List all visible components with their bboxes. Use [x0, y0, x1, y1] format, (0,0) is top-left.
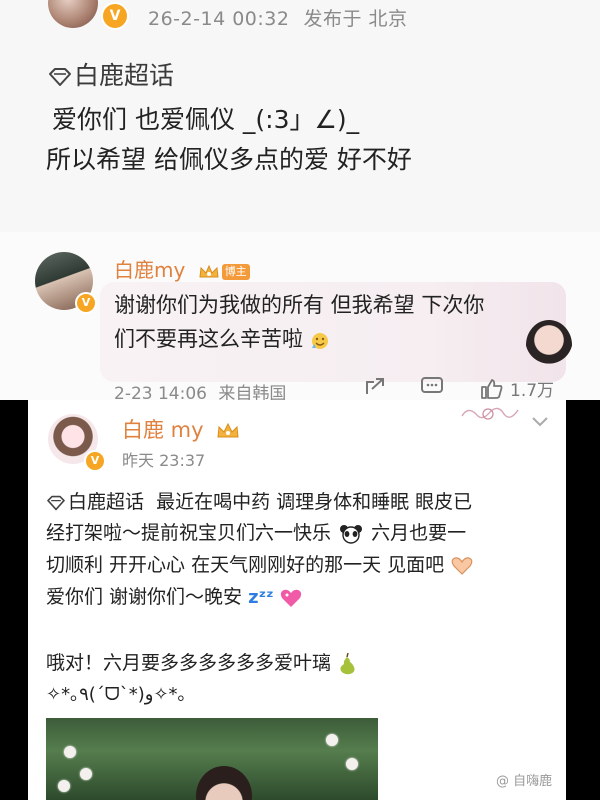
post-text: 经打架啦～提前祝宝贝们六一快乐 — [46, 522, 332, 544]
like-count: 1.7万 — [510, 381, 555, 401]
post-location: 发布于 北京 — [303, 8, 408, 30]
person-figure — [196, 766, 252, 800]
post-text: 六月也要一 — [371, 522, 467, 544]
original-post: V 26-2-14 00:32 发布于 北京 白鹿超话 爱你们 也爱佩仪 _(:3… — [0, 0, 600, 232]
sleep-zzz-icon: zᶻᶻ — [248, 587, 274, 608]
share-button[interactable] — [364, 376, 386, 396]
verified-badge-icon: V — [84, 450, 106, 472]
post-text: 哦对！六月要多多多多多多爱叶璃 — [46, 652, 332, 674]
topic-label[interactable]: 白鹿超话 — [68, 491, 144, 513]
username: 白鹿 my — [122, 418, 204, 442]
heart-hands-emoji-icon — [451, 556, 473, 575]
post-time: 昨天 23:37 — [122, 451, 206, 470]
diamond-icon — [49, 68, 71, 86]
post-text-line: 白鹿超话 最近在喝中药 调理身体和睡眠 眼皮已 — [46, 487, 472, 514]
post-timestamp: 26-2-14 00:32 — [148, 8, 290, 30]
kaomoji-line: ✧*｡٩(ˊᗜˋ*)و✧*｡ — [46, 684, 187, 705]
post-text: 切顺利 开开心心 在天气刚刚好的那一天 见面吧 — [46, 554, 445, 576]
post-author[interactable]: 白鹿 my — [122, 414, 240, 444]
flower-decoration — [64, 746, 76, 758]
reply-button[interactable] — [420, 376, 444, 396]
sticker-image — [526, 320, 572, 370]
comment-text-line: 谢谢你们为我做的所有 但我希望 下次你 — [114, 293, 485, 317]
crown-icon — [199, 264, 219, 277]
post-photo[interactable] — [46, 718, 378, 800]
post-text-line: 经打架啦～提前祝宝贝们六一快乐 六月也要一 — [46, 518, 466, 545]
flower-decoration — [58, 780, 70, 792]
watermark: @ 自嗨鹿 — [496, 774, 553, 789]
comment-text-line-2: 们不要再这么辛苦啦 — [114, 323, 330, 353]
diamond-icon — [47, 495, 65, 510]
chevron-down-icon[interactable] — [530, 414, 550, 428]
comment-text: 们不要再这么辛苦啦 — [114, 327, 303, 351]
panda-emoji-icon — [340, 524, 363, 544]
post-text-line: 哦对！六月要多多多多多多爱叶璃 — [46, 648, 357, 675]
doodle-sticker-icon — [461, 407, 519, 420]
verified-badge-icon: V — [101, 2, 129, 30]
post-text: 最近在喝中药 调理身体和睡眠 眼皮已 — [156, 491, 473, 513]
verified-badge-icon: V — [75, 292, 97, 314]
post-text: 爱你们 谢谢你们～晚安 — [46, 586, 243, 608]
sparkling-heart-emoji-icon — [280, 589, 301, 607]
comment-author[interactable]: 白鹿my 博主 — [114, 254, 250, 283]
share-icon — [366, 378, 384, 394]
avatar[interactable] — [48, 0, 98, 28]
blogger-badge: 博主 — [221, 263, 250, 280]
like-button[interactable]: 1.7万 — [480, 376, 554, 401]
flower-decoration — [346, 758, 358, 770]
post-text-line: 所以希望 给佩仪多点的爱 好不好 — [46, 145, 412, 174]
username: 白鹿my — [114, 258, 186, 282]
flower-decoration — [326, 734, 338, 746]
comment-card: V 白鹿my 博主 谢谢你们为我做的所有 但我希望 下次你 们不要再这么辛苦啦 … — [0, 232, 600, 404]
post-text-line: 爱你们 谢谢你们～晚安 zᶻᶻ — [46, 582, 302, 609]
thumbs-up-icon — [481, 378, 503, 399]
screenshot-collage: V 26-2-14 00:32 发布于 北京 白鹿超话 爱你们 也爱佩仪 _(:3… — [0, 0, 600, 800]
crown-icon — [217, 422, 239, 438]
flower-decoration — [80, 768, 92, 780]
post-text-line: 爱你们 也爱佩仪 _(:3」∠)_ — [52, 105, 360, 134]
topic-tag[interactable]: 白鹿超话 — [48, 56, 174, 92]
comment-icon — [421, 377, 443, 393]
sweat-smile-emoji-icon — [311, 333, 328, 349]
topic-label: 白鹿超话 — [74, 61, 175, 90]
post-text-line: 切顺利 开开心心 在天气刚刚好的那一天 见面吧 — [46, 550, 474, 577]
post-meta: 26-2-14 00:32 发布于 北京 — [148, 4, 422, 31]
pear-emoji-icon — [340, 652, 355, 674]
